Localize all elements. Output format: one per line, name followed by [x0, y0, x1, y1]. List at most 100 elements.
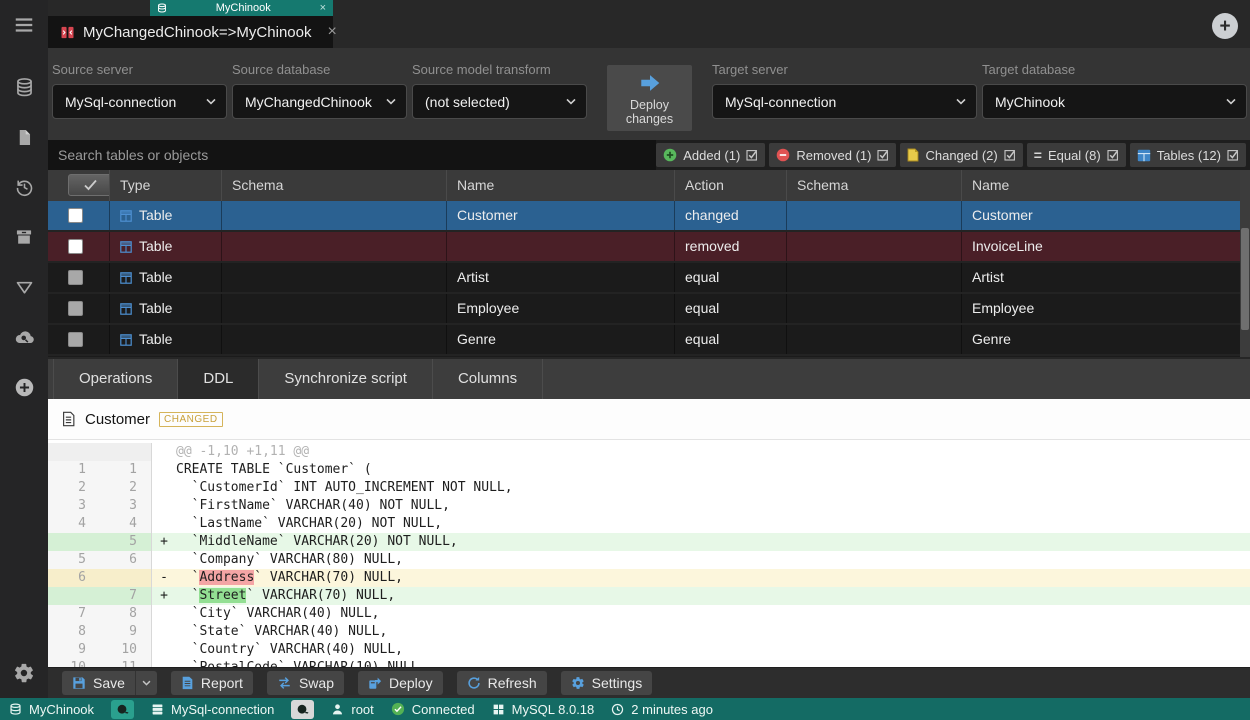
- table-row[interactable]: TableArtistequalArtist: [48, 263, 1250, 294]
- sidebar-item-filter[interactable]: [0, 272, 48, 302]
- search-input[interactable]: [48, 140, 656, 170]
- source-name-cell: [447, 232, 675, 261]
- column-header-name[interactable]: Name: [962, 170, 1250, 201]
- new-line-number: 10: [100, 641, 152, 659]
- row-checkbox[interactable]: [68, 301, 83, 316]
- tab-columns[interactable]: Columns: [433, 359, 543, 399]
- sidebar-item-file[interactable]: [0, 122, 48, 152]
- diff-marker: [152, 461, 176, 479]
- checkbox-cell: [48, 325, 110, 354]
- tab-schema-comparison[interactable]: MyChangedChinook=>MyChinook ×: [48, 16, 333, 48]
- column-header-name[interactable]: Name: [447, 170, 675, 201]
- swap-icon: [277, 676, 292, 690]
- row-checkbox[interactable]: [68, 332, 83, 347]
- row-checkbox[interactable]: [68, 270, 83, 285]
- source-model-transform-select[interactable]: (not selected): [412, 84, 587, 119]
- close-icon[interactable]: ×: [320, 2, 326, 14]
- sidebar-item-database[interactable]: [0, 72, 48, 102]
- select-all-button[interactable]: [68, 174, 110, 196]
- detail-tabs: OperationsDDLSynchronize scriptColumns: [48, 357, 1250, 399]
- table-row[interactable]: TableEmployeeequalEmployee: [48, 294, 1250, 325]
- source-name-cell: Artist: [447, 263, 675, 292]
- connection-toolbar: Deploy changes Source serverMySql-connec…: [48, 48, 1250, 140]
- sidebar-item-plus-circle[interactable]: [0, 372, 48, 402]
- row-checkbox[interactable]: [68, 208, 83, 223]
- refresh-button[interactable]: Refresh: [457, 671, 547, 695]
- mysql-badge-teal-icon: [111, 700, 134, 719]
- tab-operations[interactable]: Operations: [53, 359, 178, 399]
- diff-marker: [152, 515, 176, 533]
- chevron-icon: [1226, 98, 1236, 105]
- type-label: Table: [139, 263, 172, 292]
- target-database-select[interactable]: MyChinook: [982, 84, 1247, 119]
- diff-line: 56 `Company` VARCHAR(80) NULL,: [48, 551, 1250, 569]
- source-server-select[interactable]: MySql-connection: [52, 84, 227, 119]
- sidebar-item-gear[interactable]: [0, 658, 48, 688]
- badge-label: Changed (2): [925, 148, 997, 163]
- tab-ddl[interactable]: DDL: [178, 359, 259, 399]
- new-line-number: 2: [100, 479, 152, 497]
- swap-button[interactable]: Swap: [267, 671, 344, 695]
- sidebar-item-cloud-search[interactable]: [0, 322, 48, 352]
- scrollbar-thumb[interactable]: [1241, 228, 1249, 330]
- scrollbar[interactable]: [1240, 170, 1250, 357]
- new-line-number: 4: [100, 515, 152, 533]
- status-label: MySql-connection: [171, 702, 274, 717]
- source-name-cell: Employee: [447, 294, 675, 323]
- diff-line: 7+ `Street` VARCHAR(70) NULL,: [48, 587, 1250, 605]
- save-split-button: Save: [62, 671, 157, 695]
- db-small-icon: [9, 703, 22, 716]
- column-header-action[interactable]: Action: [675, 170, 787, 201]
- deploy-changes-label: Deploy changes: [620, 98, 680, 126]
- tab-synchronize-script[interactable]: Synchronize script: [259, 359, 433, 399]
- table-row[interactable]: TableCustomerchangedCustomer: [48, 201, 1250, 232]
- field-source-server: Source serverMySql-connection: [52, 62, 227, 119]
- menu-icon: [13, 14, 35, 36]
- row-checkbox[interactable]: [68, 239, 83, 254]
- object-name: Customer: [85, 411, 150, 428]
- checkbox-cell: [48, 263, 110, 292]
- deploy-changes-button[interactable]: Deploy changes: [607, 65, 692, 131]
- select-value: MyChinook: [995, 94, 1226, 110]
- target-schema-cell: [787, 294, 962, 323]
- status-mychinook: MyChinook: [9, 702, 94, 717]
- deploy-button[interactable]: Deploy: [358, 671, 443, 695]
- add-tab-button[interactable]: +: [1212, 13, 1238, 39]
- sidebar-item-archive[interactable]: [0, 222, 48, 252]
- type-label: Table: [139, 232, 172, 261]
- status-connected: Connected: [391, 702, 475, 717]
- filter-badge-removed[interactable]: Removed (1): [769, 143, 896, 167]
- save-dropdown-button[interactable]: [135, 671, 157, 695]
- sidebar-item-history[interactable]: [0, 172, 48, 202]
- tab-mychinook[interactable]: MyChinook ×: [150, 0, 333, 16]
- code-text: `State` VARCHAR(40) NULL,: [176, 623, 1250, 641]
- column-header-type[interactable]: Type: [110, 170, 222, 201]
- table-row[interactable]: TableremovedInvoiceLine: [48, 232, 1250, 263]
- column-header-schema[interactable]: Schema: [222, 170, 447, 201]
- source-database-select[interactable]: MyChangedChinook: [232, 84, 407, 119]
- diff-line: 5+ `MiddleName` VARCHAR(20) NOT NULL,: [48, 533, 1250, 551]
- filter-badge-tables[interactable]: Tables (12): [1130, 143, 1246, 167]
- settings-button[interactable]: Settings: [561, 671, 653, 695]
- report-button[interactable]: Report: [171, 671, 253, 695]
- diff-marker: [152, 443, 176, 461]
- target-server-select[interactable]: MySql-connection: [712, 84, 977, 119]
- table-row[interactable]: TableGenreequalGenre: [48, 325, 1250, 356]
- status-mysql-badge-gray: [291, 700, 314, 719]
- table-cell-icon: [120, 241, 132, 253]
- button-label: Swap: [299, 675, 334, 691]
- save-button[interactable]: Save: [62, 671, 135, 695]
- filter-badge-equal[interactable]: =Equal (8): [1027, 143, 1126, 167]
- code-text: `Company` VARCHAR(80) NULL,: [176, 551, 1250, 569]
- old-line-number: 4: [48, 515, 100, 533]
- filter-badge-added[interactable]: Added (1): [656, 143, 765, 167]
- column-header-schema[interactable]: Schema: [787, 170, 962, 201]
- code-text: `Address` VARCHAR(70) NULL,: [176, 569, 1250, 587]
- new-line-number: 5: [100, 533, 152, 551]
- target-schema-cell: [787, 201, 962, 230]
- diff-line: 22 `CustomerId` INT AUTO_INCREMENT NOT N…: [48, 479, 1250, 497]
- close-icon[interactable]: ×: [327, 23, 336, 41]
- sidebar-item-menu[interactable]: [0, 10, 48, 40]
- filter-badge-changed[interactable]: Changed (2): [900, 143, 1022, 167]
- save-icon: [72, 676, 86, 690]
